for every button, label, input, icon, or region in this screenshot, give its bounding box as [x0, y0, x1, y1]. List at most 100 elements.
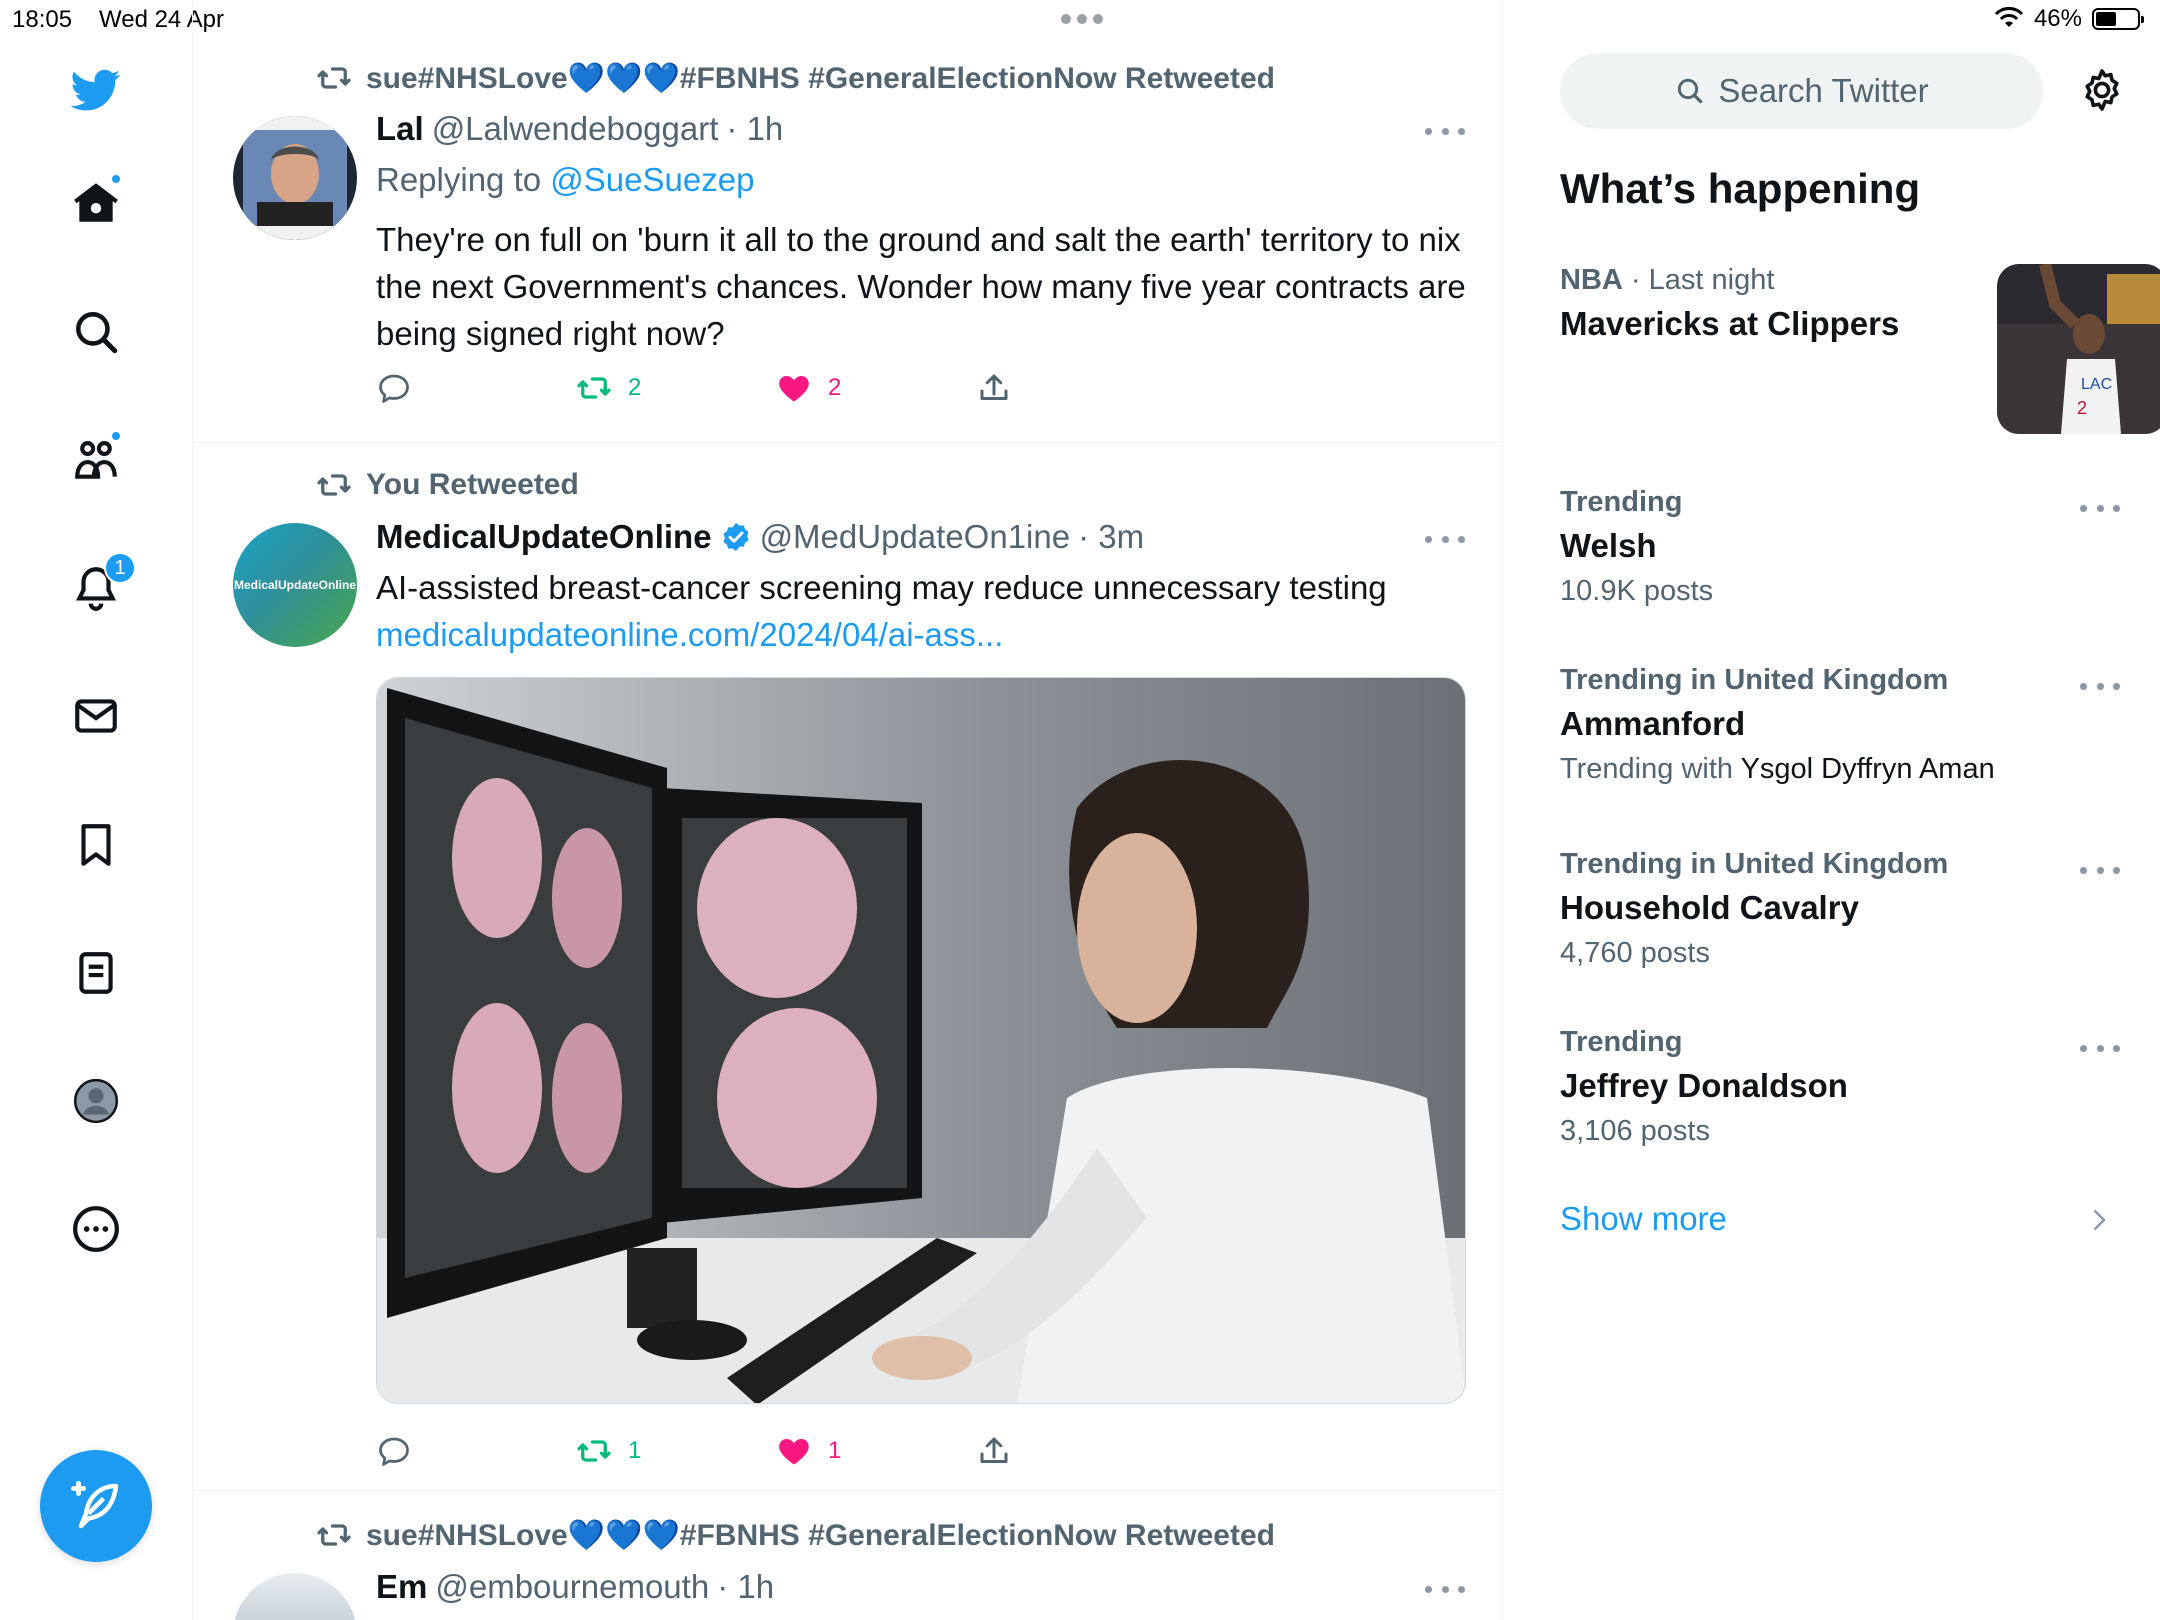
communities-icon[interactable]: [66, 430, 126, 490]
trend-with: Trending with Ysgol Dyffryn Aman: [1560, 753, 2120, 786]
timeline: sue#NHSLove💙💙💙#FBNHS #GeneralElectionNow…: [193, 0, 1503, 1620]
tweet-time: · 3m: [1078, 518, 1145, 555]
tweet-header: Lal @Lalwendeboggart · 1h: [376, 110, 783, 148]
tweet[interactable]: sue#NHSLove💙💙💙#FBNHS #GeneralElectionNow…: [193, 1491, 1502, 1620]
author-handle[interactable]: @Lalwendeboggart: [432, 110, 719, 148]
svg-text:2: 2: [2077, 398, 2087, 418]
retweet-context: sue#NHSLove💙💙💙#FBNHS #GeneralElectionNow…: [316, 1517, 1275, 1553]
reply-icon: [379, 374, 409, 403]
trend-item[interactable]: Trending Jeffrey Donaldson 3,106 posts: [1560, 1026, 2120, 1148]
twitter-logo-icon[interactable]: [66, 60, 126, 120]
share-button[interactable]: [976, 1433, 1012, 1469]
retweet-context-text: You Retweeted: [366, 468, 579, 501]
tweet-time: · 1h: [717, 1568, 775, 1605]
share-button[interactable]: [976, 370, 1012, 406]
replying-to: Replying to @SueSuezep: [376, 161, 754, 199]
trend-category: NBA: [1560, 264, 1623, 296]
home-icon[interactable]: [66, 173, 126, 233]
trend-title: Welsh: [1560, 527, 1657, 564]
trend-with-label: Trending with: [1560, 753, 1734, 785]
trend-when: · Last night: [1630, 264, 1775, 296]
settings-gear-icon[interactable]: [2078, 66, 2126, 114]
author-name[interactable]: Em: [376, 1568, 427, 1606]
tweet-header: MedicalUpdateOnline @MedUpdateOn1ine · 3…: [376, 518, 1144, 556]
lists-icon[interactable]: [66, 943, 126, 1003]
trend-item[interactable]: Trending in United Kingdom Household Cav…: [1560, 848, 2120, 970]
retweet-small-icon: [317, 67, 351, 89]
bookmarks-icon[interactable]: [66, 815, 126, 875]
tweet-link[interactable]: medicalupdateonline.com/2024/04/ai-ass..…: [376, 611, 1476, 658]
reply-button[interactable]: [376, 1433, 412, 1469]
author-handle[interactable]: @MedUpdateOn1ine: [760, 518, 1071, 556]
messages-icon[interactable]: [66, 686, 126, 746]
heart-filled-icon: [779, 376, 809, 402]
trend-category: Trending in United Kingdom: [1560, 664, 1949, 696]
retweet-count: 1: [628, 1437, 642, 1464]
compose-tweet-button[interactable]: [40, 1450, 152, 1562]
avatar[interactable]: MedicalUpdateOnline: [233, 523, 357, 647]
reply-button[interactable]: [376, 370, 412, 406]
retweet-small-icon: [317, 1524, 351, 1546]
trend-thumbnail: LAC 2: [1997, 264, 2160, 434]
tweet-more-button[interactable]: [1425, 121, 1465, 141]
author-handle[interactable]: @embournemouth: [435, 1568, 709, 1606]
author-name[interactable]: Lal: [376, 110, 424, 148]
like-button[interactable]: 1: [776, 1433, 841, 1469]
trend-item[interactable]: Trending Welsh 10.9K posts: [1560, 486, 2120, 608]
tweet-actions: 2 2: [376, 370, 1076, 410]
retweet-small-icon: [317, 474, 351, 496]
trend-count: 3,106 posts: [1560, 1115, 1710, 1147]
tweet-text: They're on full on 'burn it all to the g…: [376, 221, 1466, 352]
retweet-count: 2: [628, 374, 642, 401]
replying-to-label: Replying to: [376, 161, 542, 198]
show-more-link[interactable]: Show more: [1560, 1200, 1727, 1238]
retweet-button[interactable]: 2: [576, 370, 641, 406]
replying-to-handle[interactable]: @SueSuezep: [550, 161, 754, 198]
tweet-text-line: AI-assisted breast-cancer screening may …: [376, 569, 1387, 606]
compose-feather-icon: [71, 1481, 119, 1529]
like-button[interactable]: 2: [776, 370, 841, 406]
trend-title: Ammanford: [1560, 705, 1746, 742]
retweet-context-text: sue#NHSLove💙💙💙#FBNHS #GeneralElectionNow…: [366, 1518, 1275, 1552]
more-icon[interactable]: [66, 1199, 126, 1259]
retweet-button[interactable]: 1: [576, 1433, 641, 1469]
share-icon: [980, 1437, 1008, 1463]
trend-more-button[interactable]: [2080, 498, 2120, 518]
tweet-more-button[interactable]: [1425, 529, 1465, 549]
avatar-logo-text: MedicalUpdateOnline: [233, 578, 357, 592]
trend-item[interactable]: Trending in United Kingdom Ammanford Tre…: [1560, 664, 2120, 786]
trend-title: Jeffrey Donaldson: [1560, 1067, 1848, 1104]
tweet-text: AI-assisted breast-cancer screening may …: [376, 564, 1476, 658]
tweet-more-button[interactable]: [1425, 1579, 1465, 1599]
tweet[interactable]: sue#NHSLove💙💙💙#FBNHS #GeneralElectionNow…: [193, 0, 1502, 443]
search-input[interactable]: Search Twitter: [1560, 53, 2043, 129]
tweet-media-image[interactable]: [376, 677, 1466, 1404]
left-nav: 1: [0, 0, 193, 1620]
tweet-time: · 1h: [726, 110, 784, 147]
notifications-icon[interactable]: 1: [66, 552, 136, 618]
chevron-right-icon: [2094, 1210, 2106, 1230]
home-unread-dot: [110, 173, 122, 185]
trend-category: Trending: [1560, 486, 1683, 518]
svg-text:LAC: LAC: [2081, 376, 2112, 393]
right-sidebar: Search Twitter What’s happening NBA · La…: [1504, 0, 2160, 1620]
trend-item-nba[interactable]: NBA · Last night Mavericks at Clippers L…: [1560, 264, 2160, 444]
trend-category: Trending: [1560, 1026, 1683, 1058]
trend-more-button[interactable]: [2080, 860, 2120, 880]
author-name[interactable]: MedicalUpdateOnline: [376, 518, 712, 556]
trend-more-button[interactable]: [2080, 676, 2120, 696]
profile-avatar-icon[interactable]: [66, 1071, 126, 1131]
retweet-context: You Retweeted: [316, 467, 579, 503]
tweet-actions: 1 1: [376, 1433, 1076, 1473]
communities-unread-dot: [110, 430, 122, 442]
avatar[interactable]: [233, 1573, 357, 1620]
like-count: 1: [828, 1437, 842, 1464]
search-icon[interactable]: [66, 302, 126, 362]
tweet[interactable]: You Retweeted MedicalUpdateOnline Medica…: [193, 443, 1502, 1491]
avatar[interactable]: [233, 116, 357, 240]
trend-with-value[interactable]: Ysgol Dyffryn Aman: [1741, 753, 1995, 785]
search-placeholder: Search Twitter: [1718, 72, 1929, 109]
tweet-header: Em @embournemouth · 1h: [376, 1568, 774, 1606]
reply-icon: [379, 1437, 409, 1466]
trend-more-button[interactable]: [2080, 1038, 2120, 1058]
